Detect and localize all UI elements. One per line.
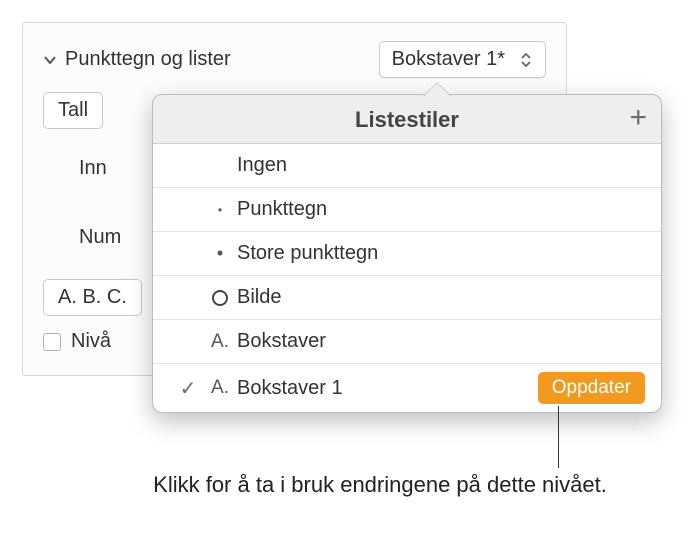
list-style-item-image[interactable]: Bilde <box>153 276 661 320</box>
letter-prefix: A. <box>203 377 237 399</box>
callout-text: Klikk for å ta i bruk endringene på dett… <box>100 470 660 500</box>
update-button[interactable]: Oppdater <box>538 372 645 404</box>
section-label: Punkttegn og lister <box>65 48 231 71</box>
list-style-value: Bokstaver 1* <box>392 48 505 71</box>
bullets-lists-row: Punkttegn og lister Bokstaver 1* <box>43 41 546 78</box>
item-label: Bilde <box>237 286 645 309</box>
niva-label: Nivå <box>71 330 111 353</box>
letter-prefix: A. <box>203 331 237 353</box>
chevron-updown-icon <box>519 53 533 67</box>
item-label: Bokstaver <box>237 330 645 353</box>
tall-dropdown[interactable]: Tall <box>43 92 103 129</box>
callout-leader-line <box>558 406 559 468</box>
list-style-item-bullet[interactable]: • Punkttegn <box>153 188 661 232</box>
add-style-button[interactable]: + <box>629 103 647 133</box>
item-label: Bokstaver 1 <box>237 377 538 400</box>
checkmark-icon: ✓ <box>180 376 197 401</box>
list-style-item-letters[interactable]: A. Bokstaver <box>153 320 661 364</box>
abc-value: A. B. C. <box>58 286 127 308</box>
circle-icon-wrap <box>203 290 237 306</box>
list-style-item-letters-1[interactable]: ✓ A. Bokstaver 1 Oppdater <box>153 364 661 412</box>
section-disclosure[interactable]: Punkttegn og lister <box>43 48 231 71</box>
niva-checkbox[interactable] <box>43 333 61 351</box>
popover-header: Listestiler + <box>153 95 661 144</box>
popover-list: Ingen • Punkttegn • Store punkttegn Bild… <box>153 144 661 412</box>
list-style-item-large-bullet[interactable]: • Store punkttegn <box>153 232 661 276</box>
circle-icon <box>212 290 228 306</box>
tall-value: Tall <box>58 99 88 121</box>
list-style-dropdown[interactable]: Bokstaver 1* <box>379 41 546 78</box>
list-styles-popover: Listestiler + Ingen • Punkttegn • Store … <box>152 94 662 413</box>
list-style-item-none[interactable]: Ingen <box>153 144 661 188</box>
chevron-down-icon <box>43 53 57 67</box>
bullet-small-icon: • <box>203 203 237 217</box>
check-selected: ✓ <box>173 376 203 401</box>
abc-dropdown[interactable]: A. B. C. <box>43 279 142 316</box>
bullet-large-icon: • <box>203 243 237 264</box>
item-label: Punkttegn <box>237 198 645 221</box>
item-label: Ingen <box>237 154 645 177</box>
item-label: Store punkttegn <box>237 242 645 265</box>
popover-title: Listestiler <box>355 107 459 133</box>
